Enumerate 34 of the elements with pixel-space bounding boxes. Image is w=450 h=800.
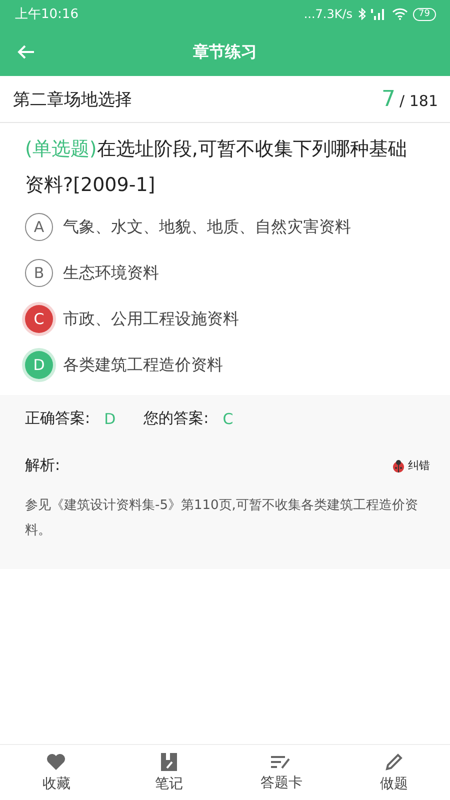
wifi-icon	[392, 8, 408, 20]
list-pencil-icon[interactable]	[270, 754, 292, 770]
analysis-label: 解析:	[25, 456, 60, 475]
your-answer-label: 您的答案:	[144, 409, 209, 428]
status-time: 上午10:16	[15, 6, 78, 23]
correct-answer-label: 正确答案:	[25, 409, 90, 428]
bluetooth-icon	[358, 8, 366, 20]
analysis-text: 参见《建筑设计资料集-5》第110页,可暂不收集各类建筑工程造价资料。	[25, 497, 419, 540]
report-error-link[interactable]: 纠错	[408, 458, 430, 473]
signal-icon	[370, 8, 387, 20]
heart-icon[interactable]	[46, 752, 66, 770]
ladybug-icon[interactable]	[391, 458, 406, 472]
nav-label[interactable]: 收藏	[42, 774, 70, 792]
battery-level: 79	[412, 8, 436, 20]
option-text[interactable]: 生态环境资料	[63, 262, 159, 284]
nav-label[interactable]: 笔记	[154, 774, 183, 792]
total-count: / 181	[400, 92, 438, 110]
nav-label[interactable]: 做题	[380, 774, 408, 792]
page-title: 章节练习	[193, 42, 257, 62]
nav-label[interactable]: 答题卡	[260, 774, 302, 792]
pencil-icon[interactable]	[384, 752, 403, 770]
notebook-icon[interactable]	[160, 752, 177, 770]
option-text[interactable]: 市政、公用工程设施资料	[63, 308, 239, 330]
chapter-title: 第二章场地选择	[13, 88, 132, 110]
network-speed: ...7.3K/s	[304, 7, 353, 21]
option-letter[interactable]: B	[25, 259, 53, 287]
correct-answer: D	[104, 410, 116, 428]
question-text: (单选题)在选址阶段,可暂不收集下列哪种基础资料?[2009-1]	[25, 137, 408, 198]
option-letter[interactable]: A	[25, 213, 53, 241]
option-text[interactable]: 气象、水文、地貌、地质、自然灾害资料	[63, 216, 351, 238]
current-number: 7	[382, 86, 396, 112]
your-answer: C	[222, 410, 234, 428]
option-letter[interactable]: C	[25, 305, 53, 333]
option-text[interactable]: 各类建筑工程造价资料	[63, 354, 223, 376]
